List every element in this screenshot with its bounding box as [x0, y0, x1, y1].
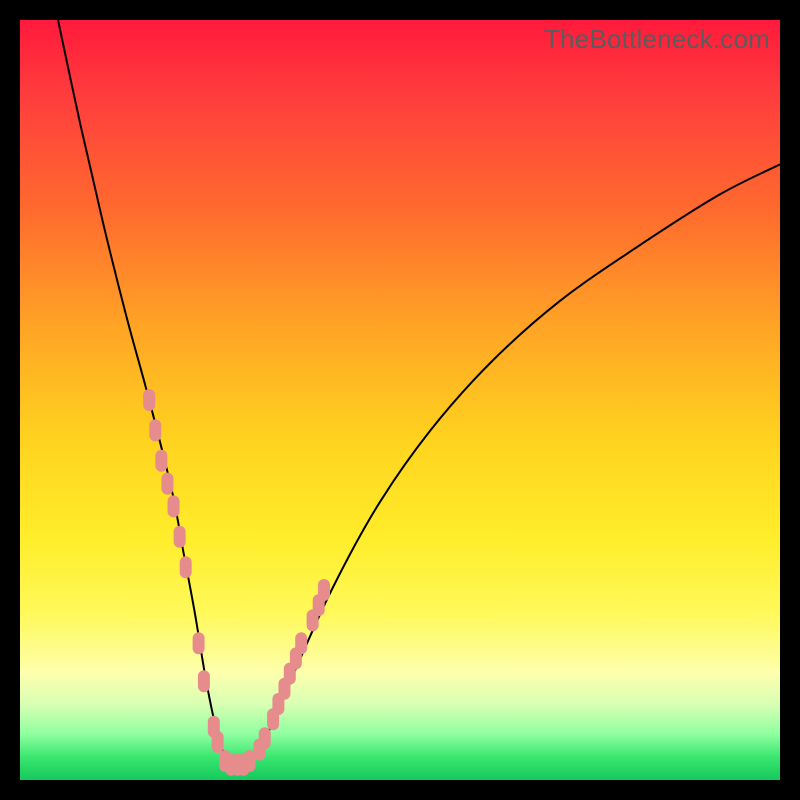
curve-marker [198, 670, 210, 692]
marker-group [143, 389, 330, 776]
curve-marker [193, 632, 205, 654]
curve-marker [259, 727, 271, 749]
curve-marker [149, 419, 161, 441]
curve-marker [143, 389, 155, 411]
bottleneck-curve [58, 20, 780, 768]
chart-svg [20, 20, 780, 780]
curve-marker [168, 495, 180, 517]
curve-marker [161, 473, 173, 495]
plot-area: TheBottleneck.com [20, 20, 780, 780]
curve-marker [180, 556, 192, 578]
curve-marker [212, 731, 224, 753]
curve-marker [318, 579, 330, 601]
chart-frame: TheBottleneck.com [0, 0, 800, 800]
curve-marker [155, 450, 167, 472]
curve-marker [174, 526, 186, 548]
curve-marker [295, 632, 307, 654]
